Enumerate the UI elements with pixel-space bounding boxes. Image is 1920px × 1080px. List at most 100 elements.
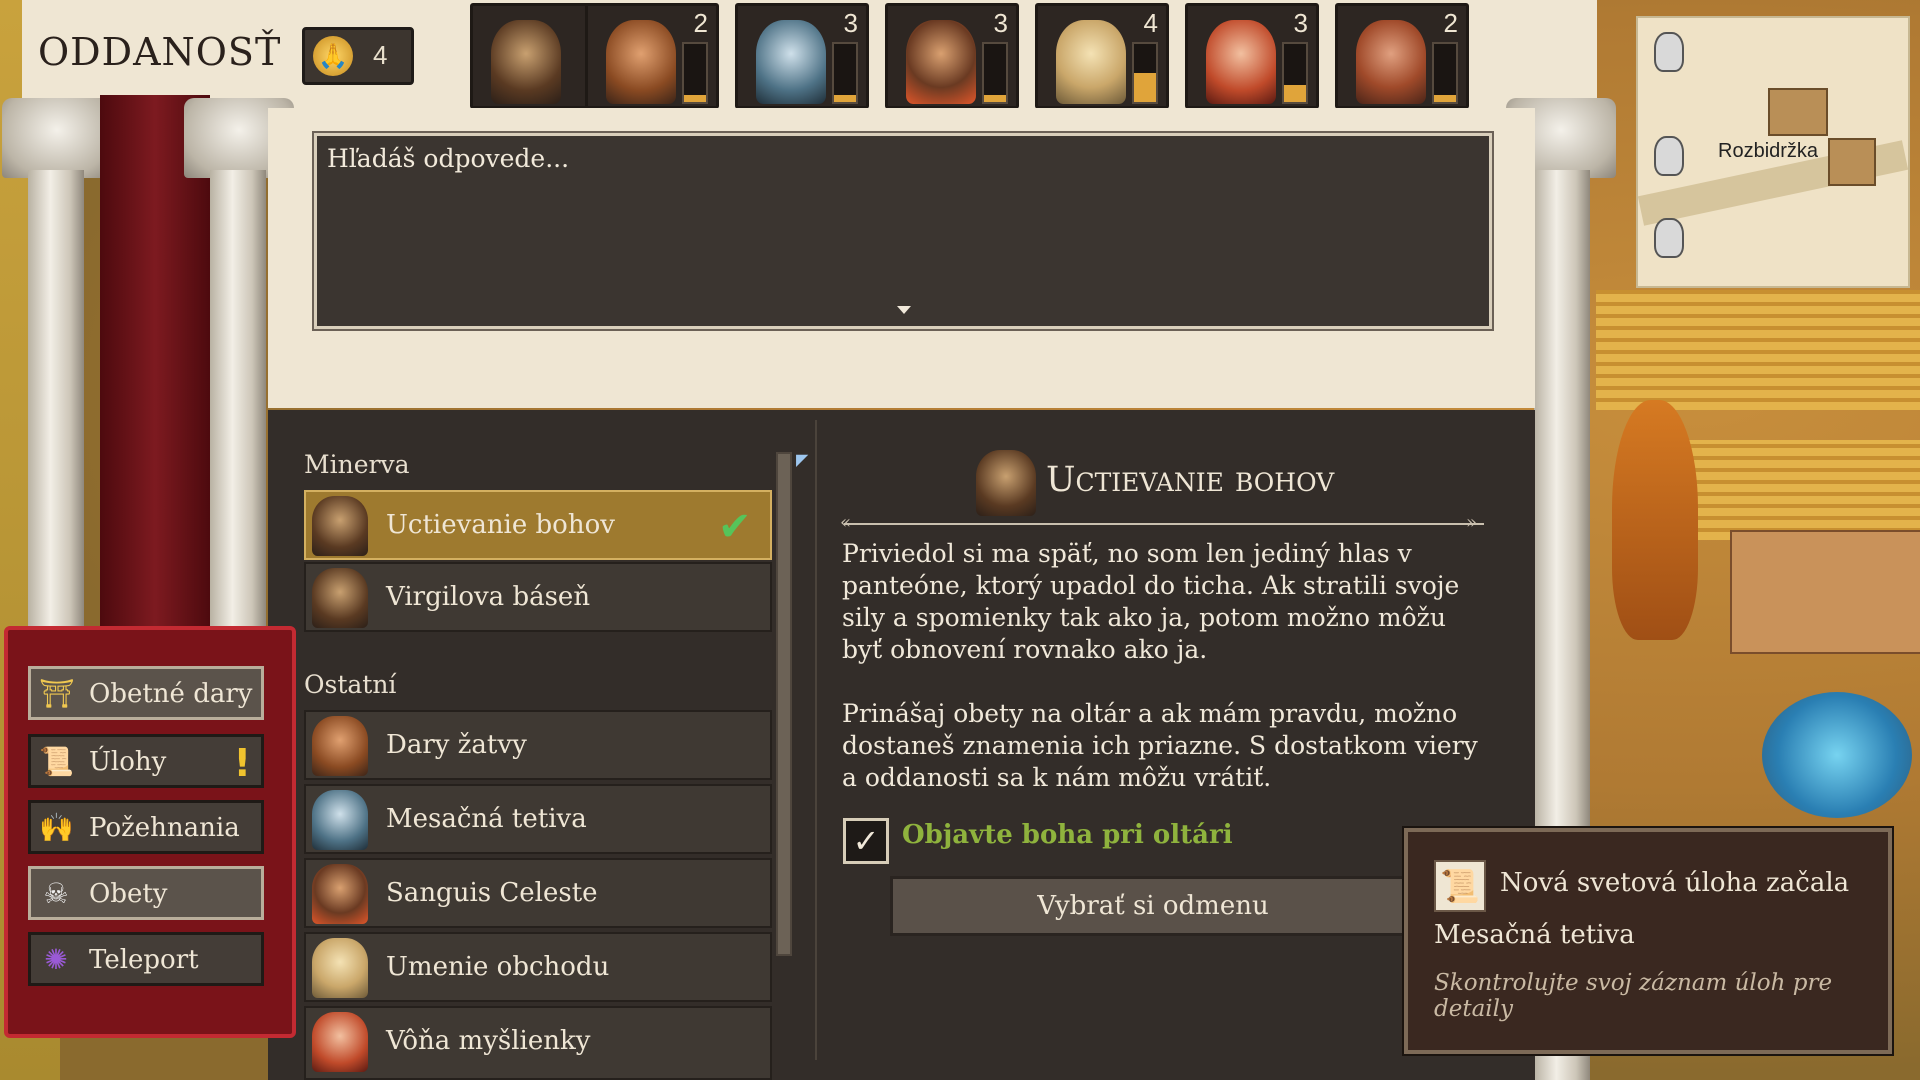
notification-title: Nová svetová úloha začala bbox=[1500, 868, 1850, 898]
objective-text: Objavte boha pri oltári bbox=[902, 820, 1233, 850]
ornament-right-icon: » bbox=[1466, 512, 1478, 533]
quest-item-mesacna-tetiva[interactable]: Mesačná tetiva bbox=[304, 784, 772, 854]
god-level: 2 bbox=[693, 8, 708, 38]
teleport-swirl-icon: ✺ bbox=[44, 943, 68, 976]
god-level: 2 bbox=[1443, 8, 1458, 38]
quest-item-umenie-obchodu[interactable]: Umenie obchodu bbox=[304, 932, 772, 1002]
quest-label: Vôňa myšlienky bbox=[386, 1026, 591, 1056]
faith-count: 4 bbox=[373, 40, 388, 70]
house-roof bbox=[1680, 440, 1920, 540]
mercury-portrait-icon bbox=[1056, 20, 1126, 104]
column-shaft bbox=[210, 170, 266, 630]
god-favor-fill bbox=[834, 95, 856, 102]
menu-button-teleport[interactable]: ✺ Teleport bbox=[28, 932, 264, 986]
objective-checkbox: ✓ bbox=[843, 818, 889, 864]
checkmark-icon: ✔ bbox=[718, 504, 752, 550]
god-card-minerva[interactable] bbox=[470, 3, 604, 109]
scrollbar-thumb[interactable] bbox=[778, 454, 790, 954]
notification-hint: Skontrolujte svoj záznam úloh pre detail… bbox=[1434, 970, 1833, 1022]
god-favor-bar bbox=[1132, 42, 1158, 104]
section-label-minerva: Minerva bbox=[304, 450, 410, 479]
ceres-portrait-icon bbox=[312, 716, 368, 776]
minimap-location-label: Rozbidržka bbox=[1718, 140, 1819, 162]
menu-button-label: Obetné dary bbox=[89, 679, 253, 709]
faith-counter: 🙏 4 bbox=[302, 27, 414, 85]
quest-list-scrollbar[interactable] bbox=[776, 452, 792, 956]
god-level: 3 bbox=[843, 8, 858, 38]
skull-icon: ☠ bbox=[43, 877, 69, 910]
quest-label: Sanguis Celeste bbox=[386, 878, 598, 908]
god-card-ceres[interactable]: 2 bbox=[585, 3, 719, 109]
minerva-portrait-icon bbox=[976, 450, 1036, 516]
scroll-quest-icon: 📜 bbox=[1434, 860, 1486, 912]
quest-description-paragraph: Prinášaj obety na oltár a ak mám pravdu,… bbox=[842, 699, 1478, 792]
god-favor-fill bbox=[1434, 95, 1456, 102]
minimap-skull-marker-icon bbox=[1654, 136, 1684, 176]
quest-item-uctievanie-bohov[interactable]: Uctievanie bohov ✔ bbox=[304, 490, 772, 560]
continue-arrow-icon[interactable] bbox=[897, 306, 911, 314]
quest-label: Umenie obchodu bbox=[386, 952, 610, 982]
god-favor-fill bbox=[1284, 84, 1306, 102]
mars-portrait-icon bbox=[906, 20, 976, 104]
quest-item-vona-myslienky[interactable]: Vôňa myšlienky bbox=[304, 1006, 772, 1080]
minerva-portrait-icon bbox=[491, 20, 561, 104]
god-level: 4 bbox=[1143, 8, 1158, 38]
menu-button-blessings[interactable]: 🙌 Požehnania bbox=[28, 800, 264, 854]
ceres-portrait-icon bbox=[606, 20, 676, 104]
god-favor-fill bbox=[984, 95, 1006, 102]
minimap-building bbox=[1828, 138, 1876, 186]
column-capital bbox=[2, 98, 112, 178]
diana-portrait-icon bbox=[756, 20, 826, 104]
column-shaft bbox=[28, 170, 84, 630]
god-favor-fill bbox=[1134, 73, 1156, 102]
god-level: 3 bbox=[993, 8, 1008, 38]
page-title: ODDANOSŤ bbox=[38, 30, 282, 74]
menu-button-quests[interactable]: 📜 Úlohy ! bbox=[28, 734, 264, 788]
god-card-venus[interactable]: 3 bbox=[1185, 3, 1319, 109]
god-card-vulcanus[interactable]: 2 bbox=[1335, 3, 1469, 109]
god-favor-bar bbox=[1432, 42, 1458, 104]
autumn-tree bbox=[1612, 400, 1698, 640]
panel-divider bbox=[815, 420, 817, 1060]
scroll-up-icon[interactable]: ◤ bbox=[796, 450, 808, 469]
vulcan-portrait-icon bbox=[1356, 20, 1426, 104]
quest-item-virgilova-basen[interactable]: Virgilova báseň bbox=[304, 562, 772, 632]
fountain bbox=[1762, 692, 1912, 818]
god-card-mercurius[interactable]: 4 bbox=[1035, 3, 1169, 109]
title-divider bbox=[844, 523, 1484, 525]
minerva-portrait-icon bbox=[312, 496, 368, 556]
god-favor-fill bbox=[684, 95, 706, 102]
quest-label: Mesačná tetiva bbox=[386, 804, 587, 834]
mars-portrait-icon bbox=[312, 864, 368, 924]
notification-subtitle: Mesačná tetiva bbox=[1434, 920, 1635, 950]
altar-offering-icon: ⛩ bbox=[39, 677, 75, 710]
choose-reward-button[interactable]: Vybrať si odmenu bbox=[890, 876, 1416, 936]
venus-portrait-icon bbox=[312, 1012, 368, 1072]
god-card-mars[interactable]: 3 bbox=[885, 3, 1019, 109]
menu-button-label: Požehnania bbox=[89, 813, 240, 843]
god-favor-bar bbox=[1282, 42, 1308, 104]
minimap-skull-marker-icon bbox=[1654, 218, 1684, 258]
house-wall bbox=[1730, 530, 1920, 654]
god-favor-bar bbox=[982, 42, 1008, 104]
venus-portrait-icon bbox=[1206, 20, 1276, 104]
minimap-skull-marker-icon bbox=[1654, 32, 1684, 72]
minerva-portrait-icon bbox=[312, 568, 368, 628]
menu-button-offerings[interactable]: ⛩ Obetné dary bbox=[28, 666, 264, 720]
quest-detail-title: Uctievanie bohov bbox=[1046, 460, 1335, 500]
alert-exclamation-icon: ! bbox=[233, 741, 251, 785]
quest-label: Uctievanie bohov bbox=[386, 510, 615, 540]
quest-item-sanguis-celeste[interactable]: Sanguis Celeste bbox=[304, 858, 772, 928]
menu-button-sacrifices[interactable]: ☠ Obety bbox=[28, 866, 264, 920]
quest-item-dary-zatvy[interactable]: Dary žatvy bbox=[304, 710, 772, 780]
god-card-diana[interactable]: 3 bbox=[735, 3, 869, 109]
god-favor-bar bbox=[832, 42, 858, 104]
menu-button-label: Teleport bbox=[89, 945, 199, 975]
blessing-hands-icon: 🙌 bbox=[39, 811, 74, 844]
dialog-text: Hľadáš odpovede... bbox=[327, 144, 570, 173]
minimap[interactable]: Rozbidržka bbox=[1636, 16, 1910, 288]
quest-label: Virgilova báseň bbox=[386, 582, 591, 612]
dialog-box[interactable]: Hľadáš odpovede... bbox=[312, 131, 1494, 331]
scroll-quest-icon: 📜 bbox=[39, 745, 74, 778]
minimap-building bbox=[1768, 88, 1828, 136]
